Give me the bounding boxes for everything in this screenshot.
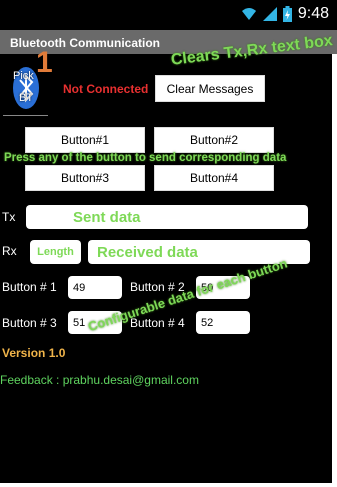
clear-messages-button[interactable]: Clear Messages: [155, 75, 265, 102]
battery-icon: [282, 6, 292, 22]
status-bar: 9:48: [0, 0, 337, 30]
version-text: Version 1.0: [2, 346, 66, 360]
pick-bt-label-1: Pick: [13, 70, 34, 82]
tx-label: Tx: [2, 210, 16, 224]
send-button-1[interactable]: Button#1: [25, 127, 145, 153]
wifi-icon: [241, 8, 256, 20]
send-button-3[interactable]: Button#3: [25, 165, 145, 191]
step-number: 1: [36, 46, 53, 79]
signal-icon: [262, 7, 277, 21]
config-input-1[interactable]: 49: [68, 276, 122, 299]
connection-status: Not Connected: [63, 82, 149, 96]
send-button-2[interactable]: Button#2: [154, 127, 274, 153]
main-panel: Pick BT 1 Not Connected Clear Messages C…: [0, 32, 334, 483]
rx-label: Rx: [2, 244, 17, 258]
rx-length-field[interactable]: Length: [30, 240, 81, 264]
rx-length-value: Length: [37, 246, 74, 258]
tx-value: Sent data: [73, 208, 141, 226]
rx-value: Received data: [97, 243, 198, 261]
feedback-text[interactable]: Feedback : prabhu.desai@gmail.com: [0, 373, 199, 387]
config-label-1: Button # 1: [2, 280, 57, 294]
tx-field[interactable]: Sent data: [26, 205, 308, 229]
annotation-press: Press any of the button to send correspo…: [4, 152, 287, 164]
config-label-3: Button # 3: [2, 316, 57, 330]
status-time: 9:48: [297, 5, 329, 22]
send-button-4[interactable]: Button#4: [154, 165, 274, 191]
pick-bt-label-2: BT: [19, 92, 34, 104]
config-input-4[interactable]: 52: [196, 311, 250, 334]
status-icons: 9:48: [241, 5, 329, 23]
